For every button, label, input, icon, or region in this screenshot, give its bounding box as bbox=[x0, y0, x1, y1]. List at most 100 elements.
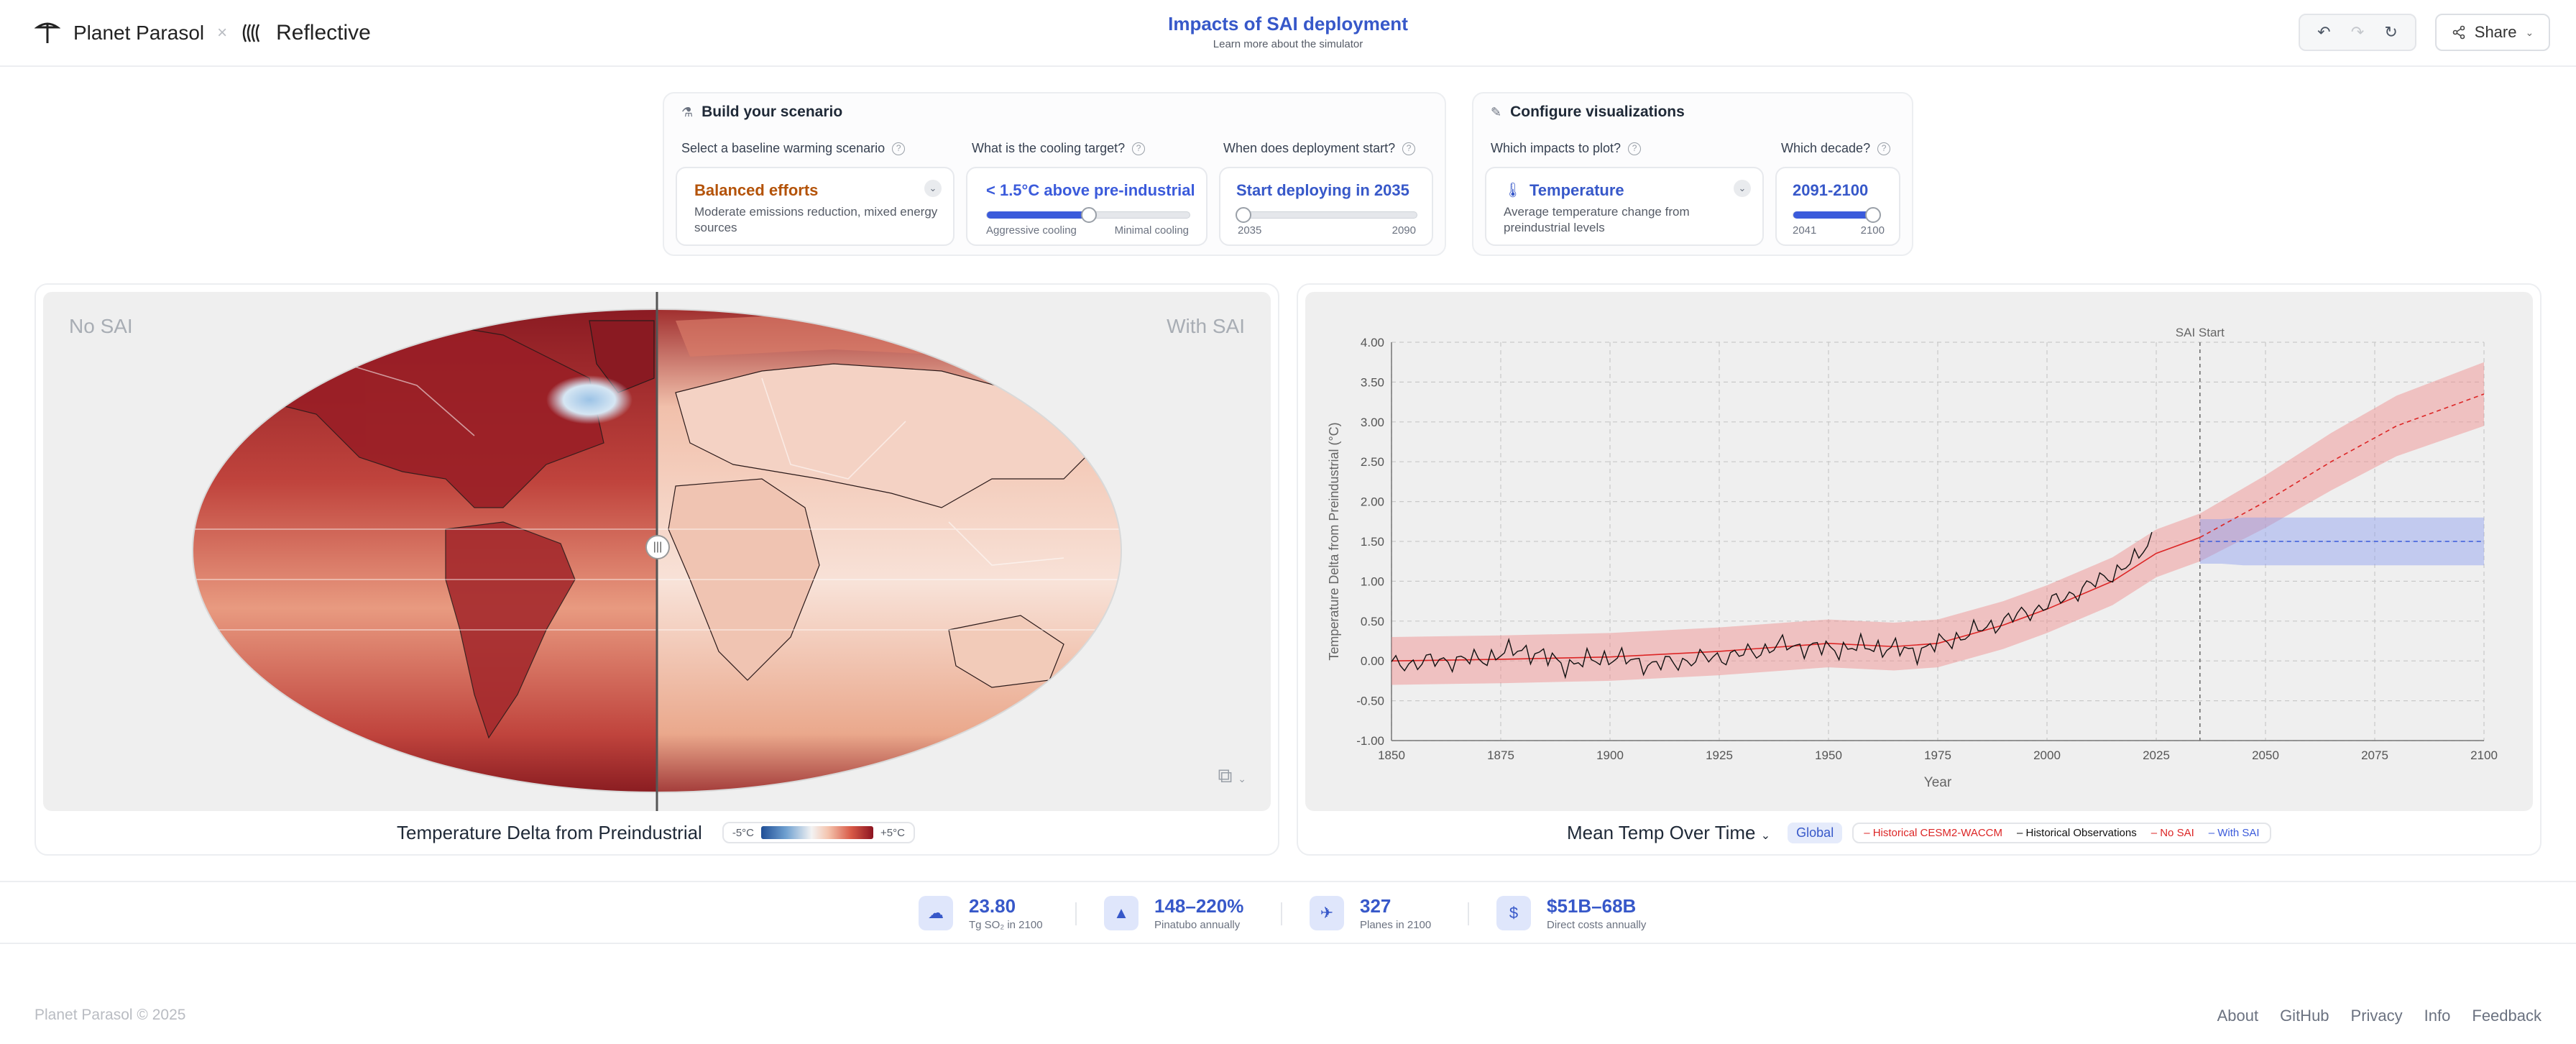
chevron-down-icon: ⌄ bbox=[1734, 180, 1751, 197]
cloud-icon: ☁ bbox=[919, 896, 953, 930]
volcano-icon: ▲ bbox=[1104, 896, 1138, 930]
footer-link-about[interactable]: About bbox=[2217, 1007, 2259, 1025]
cooling-slider-handle[interactable] bbox=[1081, 207, 1097, 223]
visualization-panel: ✎ Configure visualizations Which impacts… bbox=[1472, 92, 1913, 256]
cooling-slider-fill bbox=[987, 211, 1089, 219]
y-tick-label: 4.00 bbox=[1361, 336, 1384, 349]
x-tick-label: 1850 bbox=[1378, 748, 1405, 762]
brand-planet-parasol: Planet Parasol bbox=[73, 22, 205, 44]
footer-link-github[interactable]: GitHub bbox=[2280, 1007, 2329, 1025]
swipe-handle[interactable]: ||| bbox=[645, 535, 670, 559]
undo-icon[interactable]: ↶ bbox=[2317, 23, 2330, 42]
decade-min-label: 2041 bbox=[1793, 224, 1817, 237]
start-value: Start deploying in 2035 bbox=[1236, 181, 1409, 199]
region-pill[interactable]: Global bbox=[1788, 822, 1843, 843]
chart-legend: – Historical CESM2-WACCM – Historical Obs… bbox=[1852, 822, 2271, 843]
y-tick-label: -0.50 bbox=[1356, 695, 1384, 708]
brand-reflective: Reflective bbox=[276, 21, 371, 45]
decade-question: Which decade? ? bbox=[1781, 141, 1891, 156]
page-title-block[interactable]: Impacts of SAI deployment Learn more abo… bbox=[1072, 13, 1504, 50]
thermometer-icon: 🌡 bbox=[1504, 183, 1522, 198]
brand[interactable]: Planet Parasol × Reflective bbox=[34, 17, 371, 49]
colorbar-legend: -5°C +5°C bbox=[722, 822, 915, 843]
map-legend-row: Temperature Delta from Preindustrial -5°… bbox=[397, 818, 915, 847]
sai-start-label: SAI Start bbox=[2176, 326, 2225, 339]
decade-slider-fill bbox=[1793, 211, 1871, 219]
chevron-down-icon: ⌄ bbox=[1760, 829, 1771, 842]
redo-icon[interactable]: ↷ bbox=[2351, 23, 2364, 42]
stats-bar: ☁ 23.80 Tg SO₂ in 2100 ▲ 148–220% Pinatubo… bbox=[0, 881, 2576, 944]
footer-link-privacy[interactable]: Privacy bbox=[2351, 1007, 2403, 1025]
start-question: When does deployment start? ? bbox=[1223, 141, 1416, 156]
footer-links: About GitHub Privacy Info Feedback bbox=[2217, 1007, 2542, 1025]
chart-metric-select[interactable]: Mean Temp Over Time ⌄ bbox=[1567, 822, 1770, 844]
x-tick-label: 1900 bbox=[1596, 748, 1624, 762]
impact-select[interactable]: Temperature 🌡 Average temperature change… bbox=[1485, 167, 1764, 246]
decade-slider-handle[interactable] bbox=[1865, 207, 1881, 223]
help-icon[interactable]: ? bbox=[1628, 142, 1642, 155]
footer-link-info[interactable]: Info bbox=[2424, 1007, 2451, 1025]
cooling-target-card: < 1.5°C above pre-industrial Aggressive … bbox=[966, 167, 1208, 246]
start-max-label: 2090 bbox=[1392, 224, 1416, 237]
decade-card: 2091-2100 2041 2100 bbox=[1775, 167, 1900, 246]
start-min-label: 2035 bbox=[1238, 224, 1262, 237]
help-icon[interactable]: ? bbox=[892, 142, 906, 155]
colorbar bbox=[761, 826, 874, 839]
time-series-chart: -1.00 -0.50 0.00 0.50 1.00 1.50 2.00 2.50 3.00 3.… bbox=[1305, 292, 2533, 811]
stat-divider bbox=[1468, 902, 1469, 925]
stat-pinatubo: ▲ 148–220% Pinatubo annually bbox=[1104, 894, 1243, 933]
y-tick-label: 3.00 bbox=[1361, 416, 1384, 429]
x-tick-label: 1950 bbox=[1815, 748, 1842, 762]
legend-item[interactable]: – No SAI bbox=[2151, 827, 2194, 839]
layers-icon[interactable]: ⧉ ⌄ bbox=[1218, 764, 1246, 788]
stat-divider bbox=[1281, 902, 1282, 925]
legend-item[interactable]: – Historical CESM2-WACCM bbox=[1864, 827, 2002, 839]
brand-separator: × bbox=[217, 23, 228, 42]
legend-item[interactable]: – With SAI bbox=[2209, 827, 2260, 839]
y-tick-label: 0.50 bbox=[1361, 615, 1384, 628]
visualization-panel-title: ✎ Configure visualizations bbox=[1491, 104, 1685, 120]
decade-slider[interactable] bbox=[1793, 207, 1881, 223]
impact-value: Temperature bbox=[1530, 181, 1624, 199]
help-icon[interactable]: ? bbox=[1402, 142, 1416, 155]
decade-value: 2091-2100 bbox=[1793, 181, 1869, 199]
start-slider-handle[interactable] bbox=[1236, 207, 1251, 223]
with-sai-label: With SAI bbox=[1167, 315, 1245, 337]
comparison-map[interactable]: ||| No SAI With SAI ⧉ ⌄ bbox=[43, 292, 1271, 811]
cooling-min-label: Aggressive cooling bbox=[986, 224, 1077, 237]
y-tick-label: 0.00 bbox=[1361, 654, 1384, 668]
x-tick-label: 2050 bbox=[2252, 748, 2279, 762]
app-header: Planet Parasol × Reflective Impacts of S… bbox=[0, 0, 2576, 67]
page-title[interactable]: Impacts of SAI deployment bbox=[1072, 13, 1504, 35]
baseline-value: Balanced efforts bbox=[694, 181, 819, 199]
x-tick-label: 2000 bbox=[2033, 748, 2061, 762]
stat-divider bbox=[1075, 902, 1077, 925]
y-tick-label: 2.50 bbox=[1361, 455, 1384, 469]
x-tick-label: 1875 bbox=[1487, 748, 1514, 762]
reflective-logo-icon bbox=[242, 24, 260, 42]
baseline-select[interactable]: Balanced efforts Moderate emissions redu… bbox=[676, 167, 954, 246]
x-tick-label: 2100 bbox=[2470, 748, 2498, 762]
stat-planes: ✈ 327 Planes in 2100 bbox=[1310, 894, 1431, 933]
legend-item[interactable]: – Historical Observations bbox=[2017, 827, 2137, 839]
y-tick-label: 1.00 bbox=[1361, 574, 1384, 588]
start-slider[interactable] bbox=[1236, 207, 1417, 223]
footer-link-feedback[interactable]: Feedback bbox=[2472, 1007, 2542, 1025]
map-title: Temperature Delta from Preindustrial bbox=[397, 821, 702, 843]
impact-desc: Average temperature change from preindus… bbox=[1504, 205, 1690, 234]
baseline-desc: Moderate emissions reduction, mixed ener… bbox=[694, 205, 938, 234]
reset-icon[interactable]: ↻ bbox=[2384, 23, 2397, 42]
decade-max-label: 2100 bbox=[1860, 224, 1885, 237]
chevron-down-icon: ⌄ bbox=[2525, 26, 2534, 38]
learn-more-link[interactable]: Learn more about the simulator bbox=[1072, 38, 1504, 50]
chevron-down-icon: ⌄ bbox=[924, 180, 942, 197]
share-button[interactable]: Share ⌄ bbox=[2435, 14, 2550, 51]
cooling-slider[interactable] bbox=[986, 207, 1190, 223]
colorbar-min: -5°C bbox=[732, 826, 755, 839]
impacts-question: Which impacts to plot? ? bbox=[1491, 141, 1642, 156]
cooling-value: < 1.5°C above pre-industrial bbox=[986, 181, 1195, 199]
cooling-question: What is the cooling target? ? bbox=[972, 141, 1146, 156]
x-tick-label: 2075 bbox=[2361, 748, 2388, 762]
help-icon[interactable]: ? bbox=[1877, 142, 1891, 155]
help-icon[interactable]: ? bbox=[1132, 142, 1146, 155]
